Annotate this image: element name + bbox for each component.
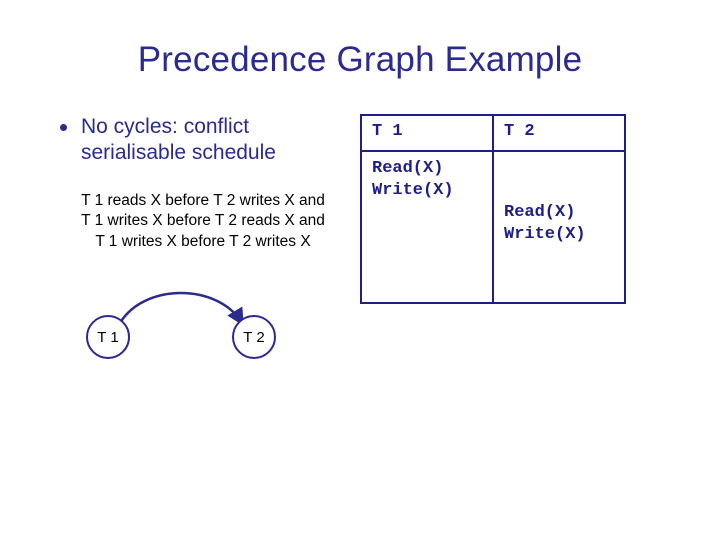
edge-t1-t2: [120, 293, 242, 323]
op: Write(X): [372, 180, 482, 202]
table-row: Read(X) Write(X) Read(X) Write(X): [361, 151, 625, 303]
col-header-t2: T 2: [493, 115, 625, 151]
t2-operations: Read(X) Write(X): [504, 158, 614, 246]
left-column: No cycles: conflict serialisable schedul…: [60, 114, 360, 367]
bullet-text: No cycles: conflict serialisable schedul…: [81, 114, 346, 167]
graph-node-t2: T 2: [232, 315, 276, 359]
op: Read(X): [372, 158, 482, 180]
graph-node-t1: T 1: [86, 315, 130, 359]
right-column: T 1 T 2 Read(X) Write(X) Read(X) Write(X…: [360, 114, 660, 367]
schedule-table: T 1 T 2 Read(X) Write(X) Read(X) Write(X…: [360, 114, 626, 304]
col-header-t1: T 1: [361, 115, 493, 151]
node-label: T 2: [243, 329, 264, 346]
cell-t2: Read(X) Write(X): [493, 151, 625, 303]
op: Read(X): [504, 202, 614, 224]
t1-operations: Read(X) Write(X): [372, 158, 482, 202]
page-title: Precedence Graph Example: [60, 40, 660, 80]
table-header-row: T 1 T 2: [361, 115, 625, 151]
conflict-line: T 1 reads X before T 2 writes X and: [60, 191, 346, 212]
slide: Precedence Graph Example No cycles: conf…: [0, 0, 720, 540]
bullet-item: No cycles: conflict serialisable schedul…: [60, 114, 346, 167]
bullet-dot-icon: [60, 124, 67, 131]
conflict-line: T 1 writes X before T 2 writes X: [60, 232, 346, 253]
cell-t1: Read(X) Write(X): [361, 151, 493, 303]
conflict-line: T 1 writes X before T 2 reads X and: [60, 211, 346, 232]
precedence-graph: T 1 T 2: [74, 277, 314, 367]
op: Write(X): [504, 224, 614, 246]
content-area: No cycles: conflict serialisable schedul…: [60, 114, 660, 367]
conflict-list: T 1 reads X before T 2 writes X and T 1 …: [60, 191, 346, 254]
node-label: T 1: [97, 329, 118, 346]
